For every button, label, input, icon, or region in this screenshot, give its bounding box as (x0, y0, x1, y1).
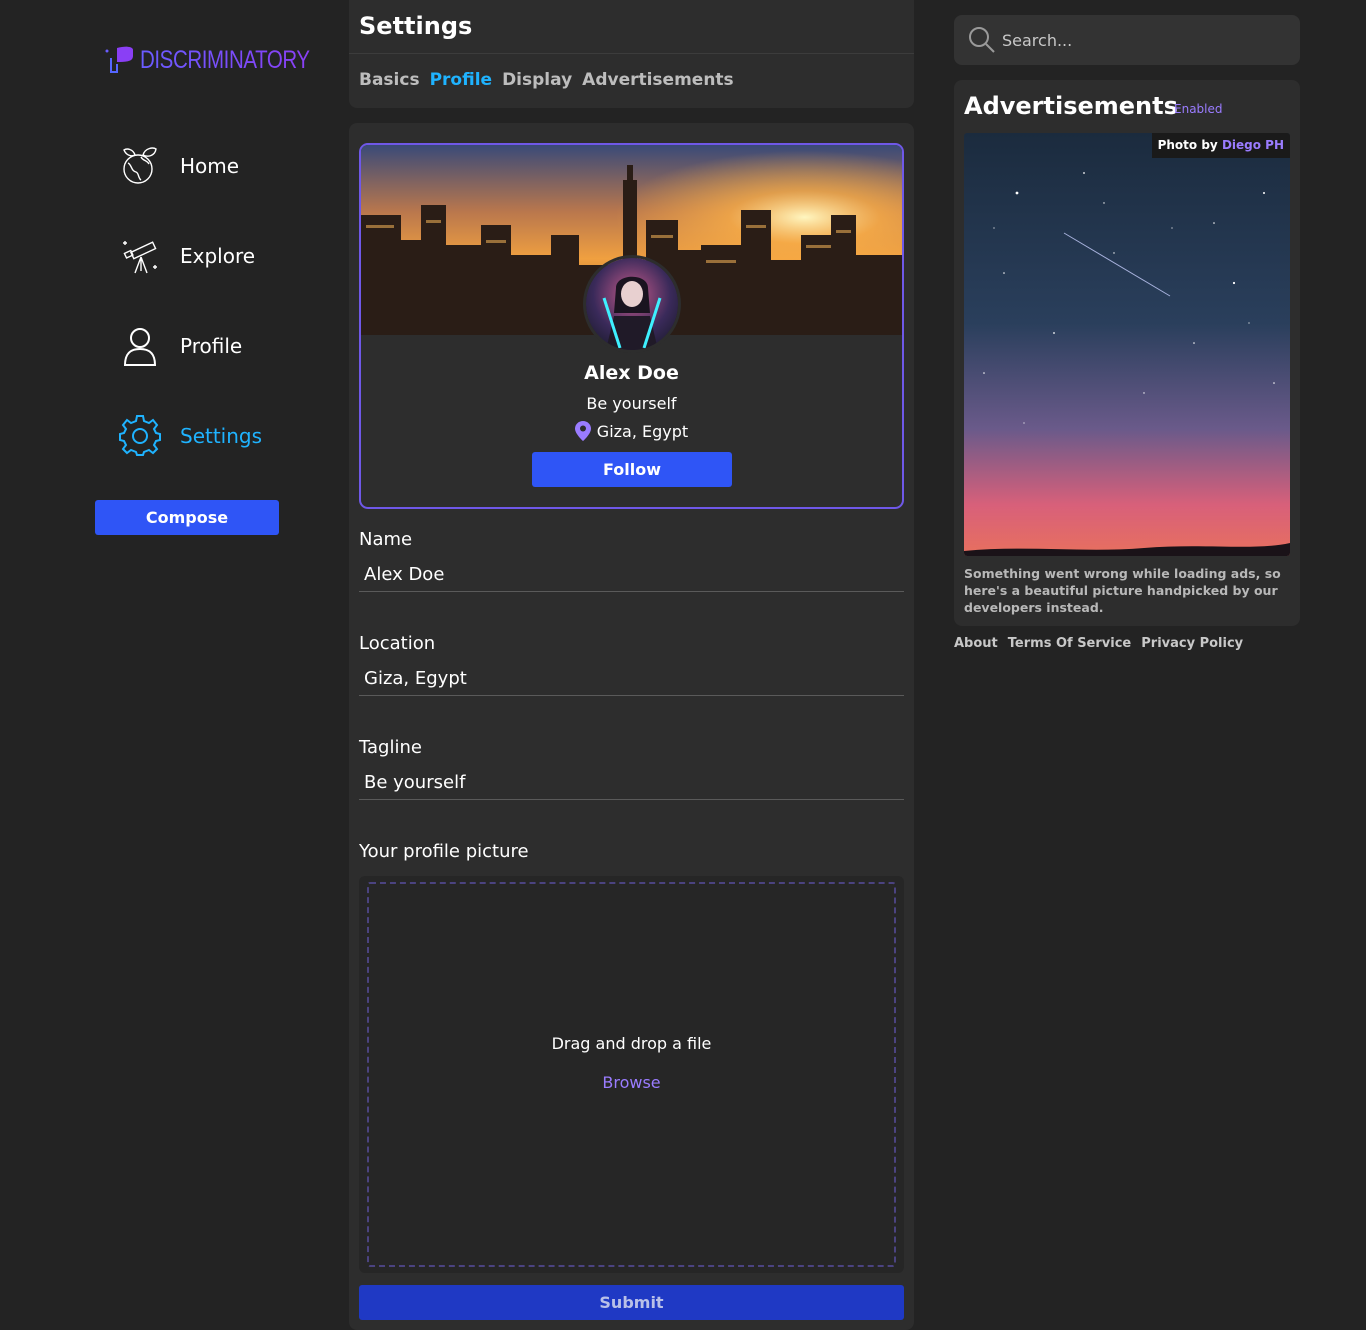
brand-name: DISCRIMINATORY (140, 45, 310, 74)
tab-profile[interactable]: Profile (430, 70, 492, 90)
ads-title: Advertisements (964, 92, 1178, 120)
photo-credit-prefix: Photo by (1157, 138, 1218, 152)
preview-tagline: Be yourself (586, 394, 677, 413)
preview-location: Giza, Egypt (361, 421, 902, 441)
advertisements-panel: Advertisements Enabled Photo by Diego PH… (954, 80, 1300, 626)
header-divider (349, 53, 914, 54)
page-title: Settings (359, 12, 473, 40)
tagline-label: Tagline (359, 737, 422, 758)
tab-basics[interactable]: Basics (359, 70, 420, 90)
settings-header: Settings Basics Profile Display Advertis… (349, 0, 914, 108)
tagline-field: Tagline (359, 737, 904, 800)
preview-name: Alex Doe (584, 362, 679, 384)
brand-logo[interactable]: DISCRIMINATORY (103, 44, 347, 76)
nav-label-home: Home (180, 154, 240, 178)
location-field: Location (359, 633, 904, 696)
location-input[interactable] (359, 662, 904, 696)
location-label: Location (359, 633, 436, 654)
profile-preview-card: Alex Doe Be yourself Giza, Egypt Follow (359, 143, 904, 509)
preview-location-text: Giza, Egypt (596, 421, 689, 441)
footer-link-about[interactable]: About (954, 636, 998, 651)
footer-links: About Terms Of Service Privacy Policy (954, 636, 1243, 651)
name-input[interactable] (359, 558, 904, 592)
profile-picture-label: Your profile picture (359, 841, 529, 862)
drop-text: Drag and drop a file (551, 1034, 712, 1053)
tagline-input[interactable] (359, 766, 904, 800)
nav-label-settings: Settings (180, 424, 263, 448)
location-pin-icon (574, 421, 591, 441)
follow-button[interactable]: Follow (532, 452, 732, 487)
settings-tabs: Basics Profile Display Advertisements (359, 70, 734, 90)
user-icon (118, 324, 162, 368)
profile-avatar (583, 255, 681, 353)
nav-item-explore[interactable]: Explore (118, 228, 262, 284)
earth-leaves-icon (118, 144, 162, 188)
main-nav: Home Explore Profile Settings (118, 138, 262, 498)
tab-display[interactable]: Display (502, 70, 572, 90)
name-label: Name (359, 529, 413, 550)
search-icon (969, 27, 995, 53)
nav-item-home[interactable]: Home (118, 138, 262, 194)
nav-item-profile[interactable]: Profile (118, 318, 262, 374)
gear-icon (118, 414, 162, 458)
profile-picture-field: Your profile picture (359, 841, 904, 870)
logo-icon (105, 46, 133, 73)
nav-item-settings[interactable]: Settings (118, 408, 262, 464)
search-input[interactable] (1002, 30, 1282, 50)
search-bar[interactable] (954, 15, 1300, 65)
tab-advertisements[interactable]: Advertisements (582, 70, 734, 90)
compose-button[interactable]: Compose (95, 500, 279, 535)
ads-error-message: Something went wrong while loading ads, … (964, 566, 1281, 615)
photo-credit-author[interactable]: Diego PH (1222, 138, 1284, 152)
name-field: Name (359, 529, 904, 592)
photo-credit: Photo by Diego PH (1151, 133, 1290, 158)
profile-settings-card: Alex Doe Be yourself Giza, Egypt Follow … (349, 123, 914, 1330)
telescope-icon (118, 234, 162, 278)
ads-status-badge: Enabled (1174, 102, 1223, 116)
footer-link-terms[interactable]: Terms Of Service (1008, 636, 1131, 651)
file-dropzone[interactable]: Drag and drop a file Browse (359, 876, 904, 1273)
nav-label-profile: Profile (180, 334, 243, 358)
browse-link[interactable]: Browse (359, 1073, 904, 1092)
footer-link-privacy[interactable]: Privacy Policy (1141, 636, 1243, 651)
submit-button[interactable]: Submit (359, 1285, 904, 1320)
ad-fallback-photo: Photo by Diego PH (964, 133, 1290, 556)
nav-label-explore: Explore (180, 244, 256, 268)
